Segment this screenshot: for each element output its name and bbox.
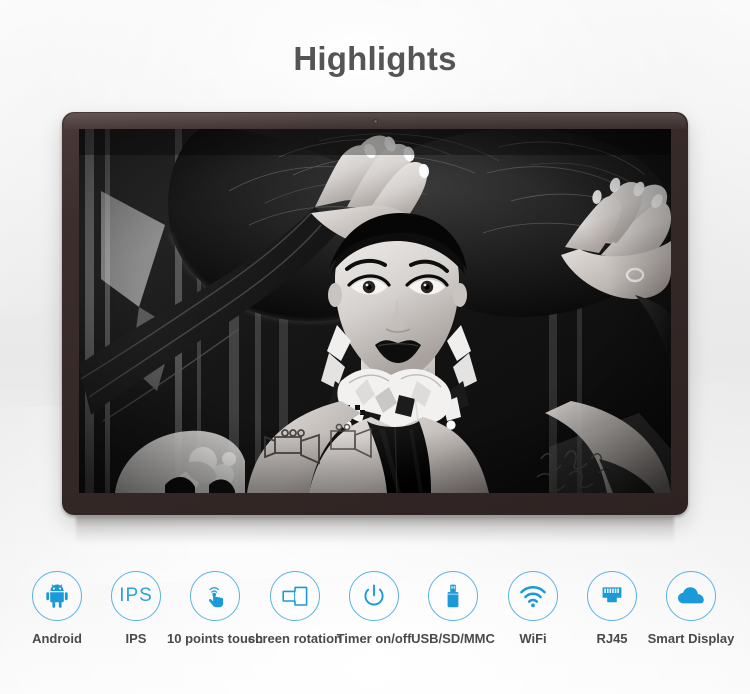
rj45-icon-circle xyxy=(587,571,637,621)
storage-icon-circle xyxy=(428,571,478,621)
usb-drive-icon xyxy=(447,584,459,608)
android-icon-circle xyxy=(32,571,82,621)
touch-icon-circle xyxy=(190,571,240,621)
screen-photo xyxy=(79,129,671,493)
power-timer-icon xyxy=(364,584,384,606)
cloud-icon xyxy=(678,587,704,604)
device-screen xyxy=(79,129,671,493)
timer-icon-circle xyxy=(349,571,399,621)
feature-label-smart-display: Smart Display xyxy=(647,631,735,646)
wifi-icon-circle xyxy=(508,571,558,621)
android-icon xyxy=(46,584,68,608)
touch-hand-icon xyxy=(209,587,224,608)
ips-icon-circle: IPS xyxy=(111,571,161,621)
feature-item-smart-display[interactable]: Smart Display xyxy=(643,560,739,646)
page-title: Highlights xyxy=(293,40,457,77)
feature-list: Android IPS IPS 10 points touch screen r… xyxy=(0,560,750,660)
rotation-icon-circle xyxy=(270,571,320,621)
device-monitor xyxy=(62,112,688,515)
wifi-icon xyxy=(520,585,546,608)
monitor-reflection xyxy=(76,516,674,550)
front-camera-icon xyxy=(372,119,378,124)
rj45-ethernet-icon xyxy=(602,587,622,603)
smart-display-icon-circle xyxy=(666,571,716,621)
product-highlights-page: Highlights Android IPS IPS 10 points tou… xyxy=(0,0,750,694)
ips-text-icon: IPS xyxy=(119,585,153,606)
screen-rotation-icon xyxy=(282,586,308,606)
